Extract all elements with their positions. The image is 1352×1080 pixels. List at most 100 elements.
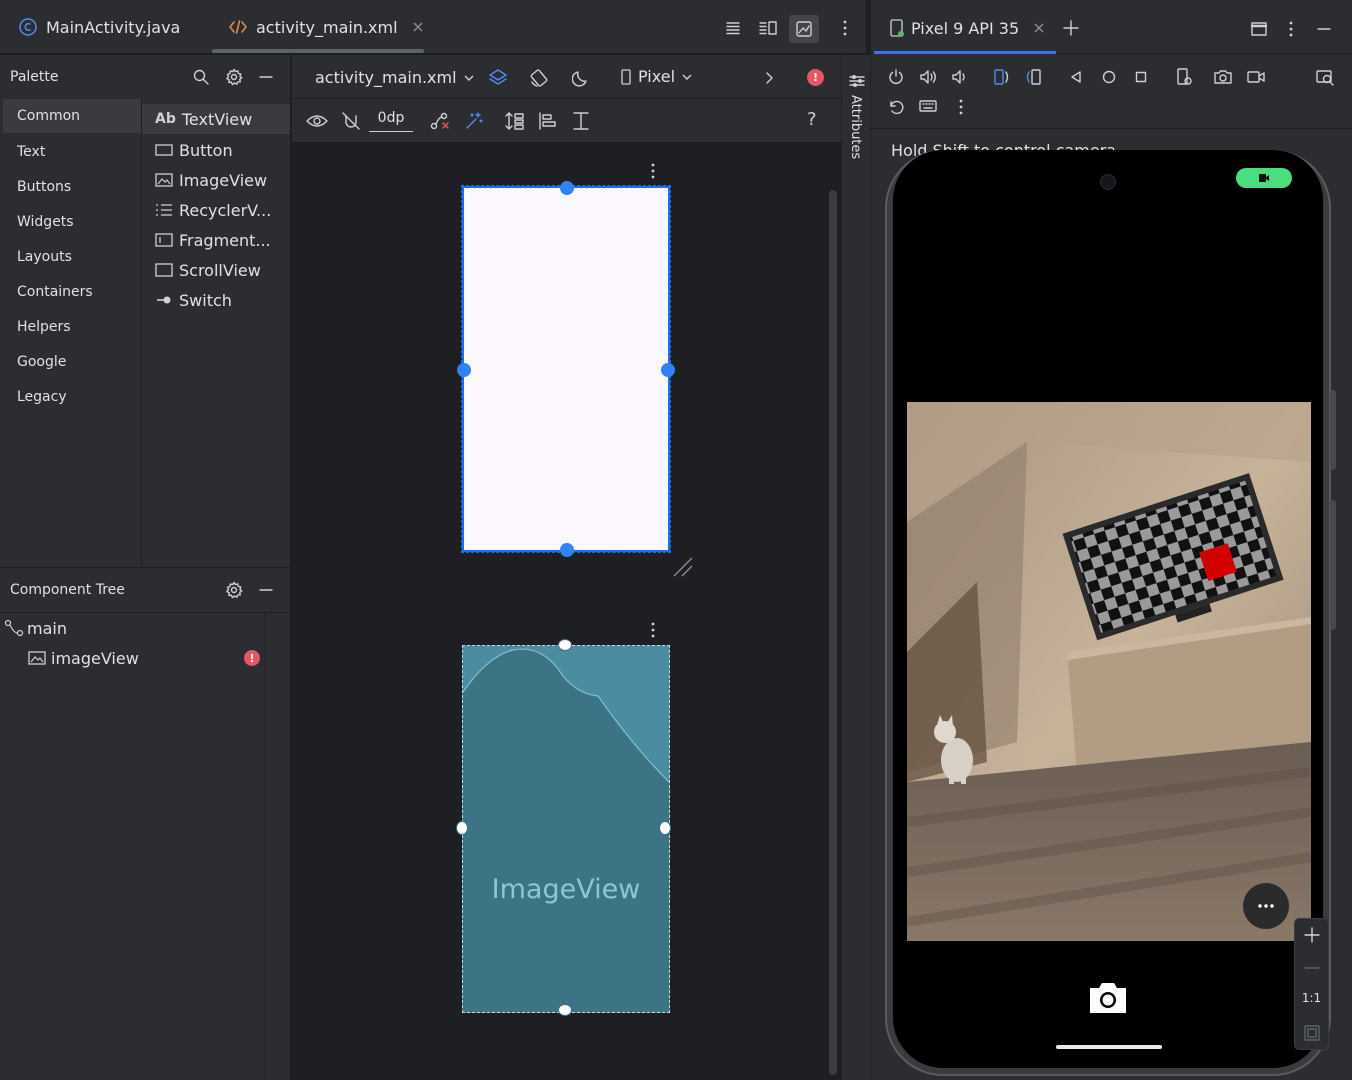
tab-activity-main-xml[interactable]: activity_main.xml [228, 0, 424, 54]
clear-constraints-icon[interactable] [429, 110, 451, 132]
more-options-icon[interactable] [951, 97, 971, 117]
tab-main-activity[interactable]: MainActivity.java [18, 0, 180, 54]
palette-category-helpers[interactable]: Helpers [3, 310, 141, 344]
palette-widget-recyclerview[interactable]: RecyclerV... [142, 195, 290, 225]
orientation-icon[interactable] [528, 67, 550, 89]
active-tab-indicator [874, 51, 1056, 54]
java-class-icon [18, 17, 38, 37]
design-view-icon[interactable] [789, 15, 819, 43]
palette-widget-fragment[interactable]: Fragment... [142, 225, 290, 255]
shutter-camera-icon[interactable] [1087, 980, 1129, 1016]
align-icon[interactable] [537, 110, 559, 132]
palette-title: Palette [10, 69, 59, 85]
emulator-device-tab[interactable]: Pixel 9 API 35 [888, 18, 1045, 38]
tree-item-main[interactable]: main [4, 616, 266, 640]
palette-widget-imageview[interactable]: ImageView [142, 165, 290, 195]
palette-widget-textview[interactable]: Ab TextView [142, 104, 290, 134]
zoom-in-icon[interactable] [1302, 925, 1322, 945]
home-gesture-bar[interactable] [1056, 1045, 1162, 1049]
magic-wand-icon[interactable] [463, 110, 485, 132]
add-device-icon[interactable] [1061, 18, 1081, 38]
scrollview-icon [155, 262, 175, 278]
code-view-icon[interactable] [722, 17, 744, 39]
blueprint-screen[interactable]: ImageView [456, 639, 671, 1016]
rotate-right-icon[interactable] [1024, 67, 1044, 87]
attributes-tab[interactable]: Attributes [848, 95, 863, 159]
palette-widget-button[interactable]: Button [142, 135, 290, 165]
phone-screen[interactable] [893, 150, 1323, 1068]
chevron-right-icon[interactable] [758, 67, 780, 89]
error-icon[interactable]: ! [244, 650, 260, 666]
palette-category-widgets[interactable]: Widgets [3, 205, 141, 239]
eye-icon[interactable] [306, 110, 328, 132]
error-icon[interactable]: ! [807, 69, 824, 86]
minimize-icon[interactable] [255, 579, 277, 601]
volume-down-icon[interactable] [949, 67, 969, 87]
screenshot-icon[interactable] [1213, 67, 1233, 87]
palette-widget-switch[interactable]: Switch [142, 285, 290, 315]
canvas-scrollbar[interactable] [829, 190, 837, 1075]
search-icon[interactable] [190, 66, 212, 88]
design-screen[interactable] [457, 181, 675, 557]
device-settings-icon[interactable] [1174, 67, 1194, 87]
palette-category-containers[interactable]: Containers [3, 275, 141, 309]
phone-side-button[interactable] [1330, 390, 1336, 470]
minimize-icon[interactable] [1314, 19, 1334, 39]
magnet-off-icon[interactable] [340, 110, 362, 132]
zoom-out-icon[interactable] [1302, 958, 1322, 978]
close-tab-icon[interactable] [412, 21, 424, 33]
keyboard-icon[interactable] [918, 97, 938, 117]
palette-category-legacy[interactable]: Legacy [3, 380, 141, 414]
minimize-icon[interactable] [255, 66, 277, 88]
guidelines-icon[interactable] [570, 110, 592, 132]
undo-icon[interactable] [886, 97, 906, 117]
camera-preview[interactable] [907, 402, 1311, 941]
device-dropdown[interactable]: Pixel [620, 67, 692, 86]
default-margin-field[interactable]: 0dp [369, 110, 413, 132]
blueprint-options-icon[interactable] [651, 622, 655, 640]
overview-icon[interactable] [1131, 67, 1151, 87]
night-mode-icon[interactable] [570, 67, 592, 89]
design-options-icon[interactable] [651, 163, 655, 181]
screen-record-icon[interactable] [1246, 67, 1266, 87]
more-options-icon[interactable] [834, 17, 856, 39]
extended-controls-icon[interactable] [1315, 67, 1335, 87]
rotate-left-icon[interactable] [991, 67, 1011, 87]
back-icon[interactable] [1066, 67, 1086, 87]
palette-category-layouts[interactable]: Layouts [3, 240, 141, 274]
constraint-handle-bottom[interactable] [560, 543, 574, 557]
gear-icon[interactable] [223, 579, 245, 601]
constraint-handle-left[interactable] [456, 821, 468, 835]
gear-icon[interactable] [223, 66, 245, 88]
help-icon[interactable]: ? [807, 109, 817, 130]
constraint-handle-right[interactable] [661, 363, 675, 377]
constraint-handle-bottom[interactable] [558, 1004, 572, 1016]
split-view-icon[interactable] [757, 17, 779, 39]
toggle-icon [155, 294, 175, 306]
tree-item-imageview[interactable]: imageView [28, 646, 266, 670]
sliders-icon[interactable] [846, 71, 868, 91]
volume-up-icon[interactable] [918, 67, 938, 87]
constraint-handle-left[interactable] [457, 363, 471, 377]
power-icon[interactable] [886, 67, 906, 87]
palette-category-common[interactable]: Common [3, 99, 141, 133]
palette-widget-scrollview[interactable]: ScrollView [142, 255, 290, 285]
constraint-handle-right[interactable] [659, 821, 671, 835]
resize-handle-icon[interactable] [672, 556, 694, 578]
palette-category-google[interactable]: Google [3, 345, 141, 379]
more-options-button[interactable] [1243, 883, 1289, 929]
constraint-handle-top[interactable] [558, 639, 572, 651]
window-mode-icon[interactable] [1248, 19, 1270, 39]
fit-screen-icon[interactable] [1302, 1023, 1322, 1043]
layout-file-dropdown[interactable]: activity_main.xml [315, 68, 474, 87]
design-surface-icon[interactable] [487, 67, 509, 89]
constraint-handle-top[interactable] [560, 181, 574, 195]
phone-volume-button[interactable] [1330, 500, 1336, 630]
palette-category-buttons[interactable]: Buttons [3, 170, 141, 204]
zoom-ratio-button[interactable]: 1:1 [1295, 991, 1328, 1005]
close-tab-icon[interactable] [1033, 22, 1045, 34]
pack-icon[interactable] [504, 110, 526, 132]
palette-category-text[interactable]: Text [3, 135, 141, 169]
home-icon[interactable] [1099, 67, 1119, 87]
more-options-icon[interactable] [1281, 19, 1301, 39]
